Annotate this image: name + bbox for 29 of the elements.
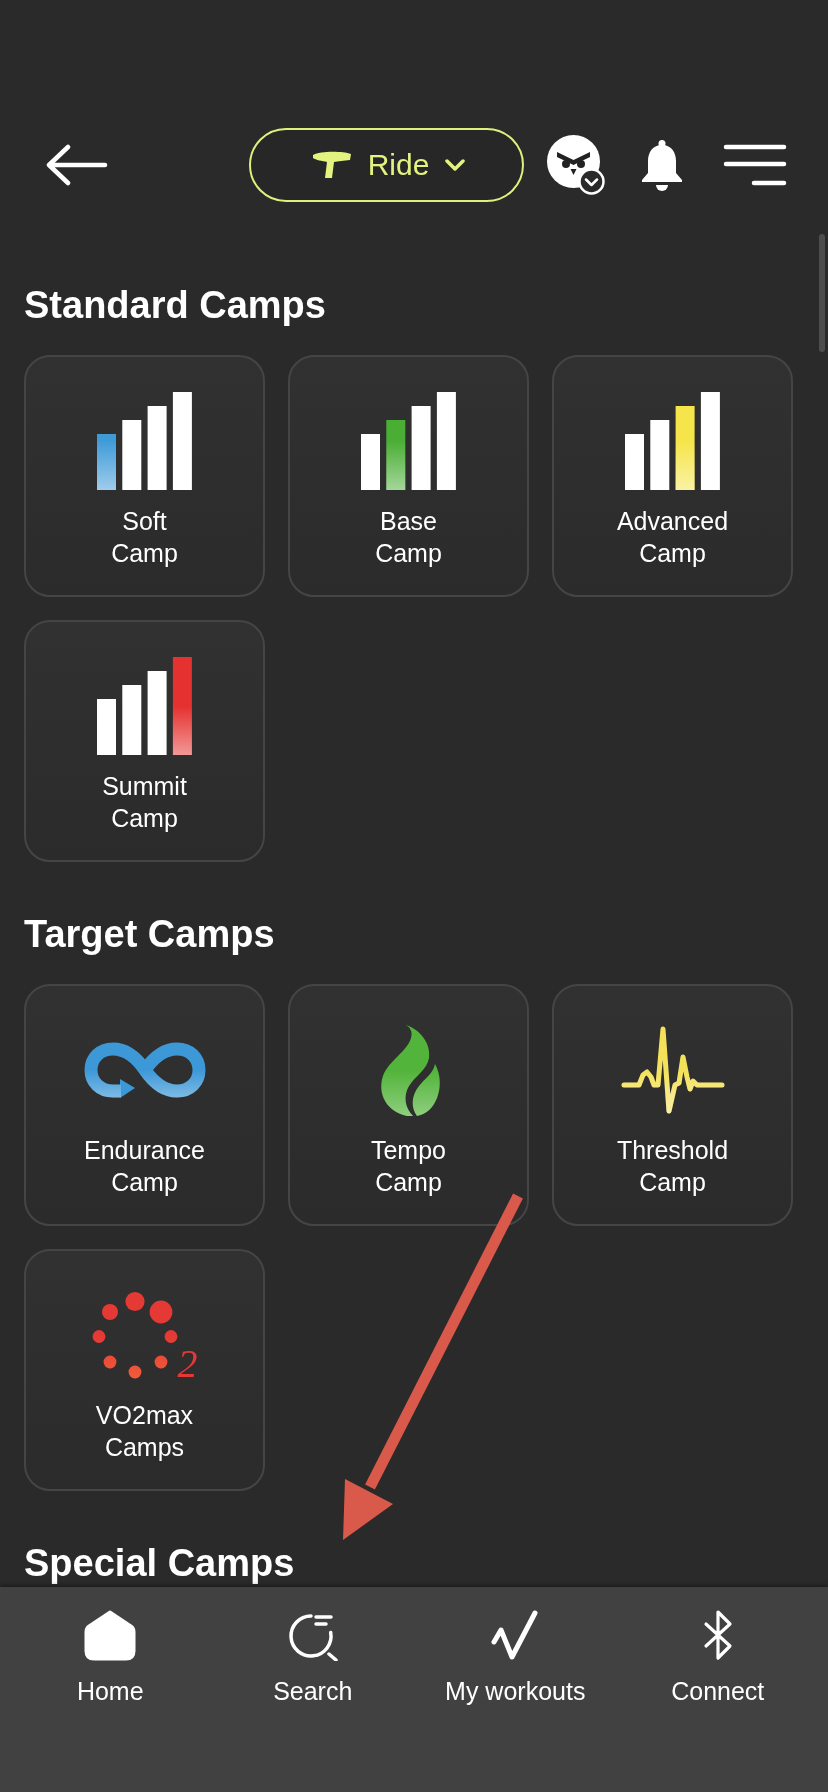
sport-selector[interactable]: Ride [249,128,524,202]
camp-card[interactable]: Tempo Camp [288,984,529,1226]
rising-bars-icon [361,392,456,490]
camp-card[interactable]: Summit Camp [24,620,265,862]
section-heading: Target Camps [24,912,276,956]
camp-card[interactable]: Soft Camp [24,355,265,597]
rising-bars-icon [625,392,720,490]
camp-card[interactable]: Endurance Camp [24,984,265,1226]
chevron-badge-icon [578,168,605,195]
section-heading: Standard Camps [24,283,327,327]
camp-card[interactable]: Advanced Camp [552,355,793,597]
rising-bars-icon [97,392,192,490]
section-heading: Special Camps [24,1541,296,1585]
menu-icon[interactable] [723,144,787,186]
chevron-down-icon [445,159,466,171]
tab-bar-item[interactable]: Connect [671,1609,765,1706]
tab-bar-item[interactable]: Home [76,1609,144,1706]
checkmark-icon [491,1609,540,1661]
bell-icon[interactable] [639,139,685,191]
home-icon [84,1609,137,1661]
tab-bar-item[interactable]: Search [273,1609,353,1706]
subscript-digit: 2 [177,1343,198,1384]
camp-card[interactable]: Threshold Camp [552,984,793,1226]
tab-bar-item[interactable]: My workouts [445,1609,586,1706]
back-arrow-icon[interactable] [46,144,108,186]
camp-card[interactable]: Base Camp [288,355,529,597]
saddle-icon [311,151,352,179]
bluetooth-icon [702,1609,733,1661]
camp-card[interactable]: 2 VO2max Camps [24,1249,265,1491]
